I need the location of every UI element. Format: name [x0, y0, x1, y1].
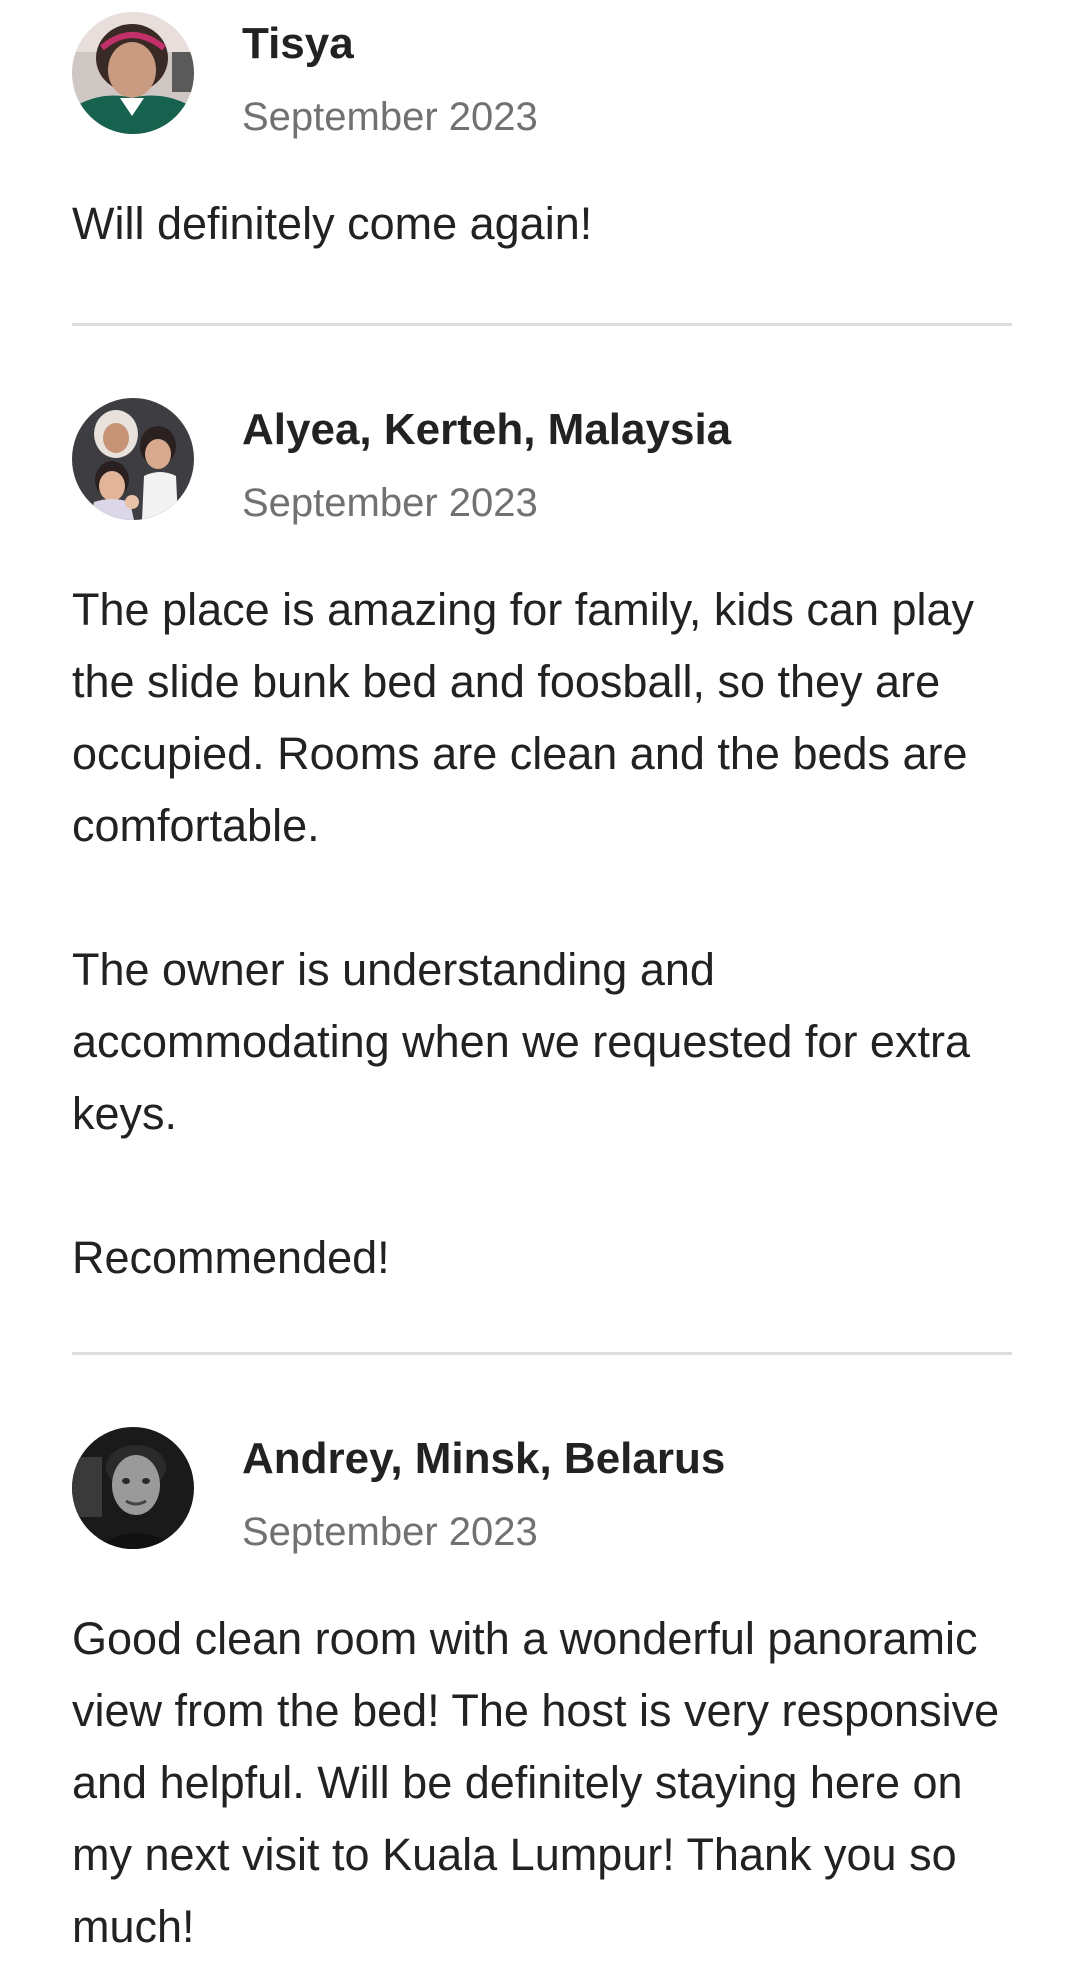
review-date: September 2023 [242, 95, 538, 139]
review-divider [72, 1352, 1012, 1355]
reviewer-name: Tisya [242, 19, 354, 68]
review-paragraph: Recommended! [72, 1232, 390, 1283]
review-date: September 2023 [242, 1510, 538, 1554]
review-paragraph: The owner is understanding and accommoda… [72, 944, 970, 1139]
reviewer-name: Andrey, Minsk, Belarus [242, 1434, 726, 1483]
review-text: Good clean room with a wonderful panoram… [72, 1603, 1012, 1963]
review-paragraph: The place is amazing for family, kids ca… [72, 584, 975, 851]
review-header: Alyea, Kerteh, Malaysia September 2023 [72, 398, 1012, 525]
avatar-photo-icon [72, 12, 194, 134]
review-divider [72, 323, 1012, 326]
review-header: Tisya September 2023 [72, 12, 1012, 139]
avatar[interactable] [72, 12, 194, 134]
review-text: Will definitely come again! [72, 188, 1012, 260]
avatar[interactable] [72, 398, 194, 520]
reviews-list: Tisya September 2023 Will definitely com… [0, 0, 1079, 1966]
review-paragraph: Will definitely come again! [72, 198, 593, 249]
reviewer-name: Alyea, Kerteh, Malaysia [242, 405, 732, 454]
review-paragraph: Good clean room with a wonderful panoram… [72, 1613, 1000, 1952]
avatar-photo-icon [72, 1427, 194, 1549]
review-item: Alyea, Kerteh, Malaysia September 2023 T… [72, 398, 1012, 1294]
review-date: September 2023 [242, 481, 538, 525]
review-item: Andrey, Minsk, Belarus September 2023 Go… [72, 1427, 1012, 1963]
review-text: The place is amazing for family, kids ca… [72, 574, 1012, 1294]
review-header: Andrey, Minsk, Belarus September 2023 [72, 1427, 1012, 1554]
avatar[interactable] [72, 1427, 194, 1549]
avatar-photo-icon [72, 398, 194, 520]
review-item: Tisya September 2023 Will definitely com… [72, 12, 1012, 260]
